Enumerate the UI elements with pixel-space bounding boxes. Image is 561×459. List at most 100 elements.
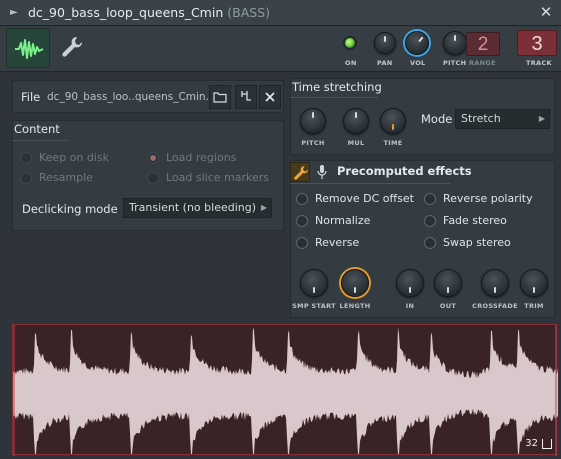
pan-label: PAN: [377, 59, 393, 67]
swap-stereo-radio: [424, 236, 436, 249]
ts-time-label: TIME: [383, 139, 403, 147]
file-label: File: [21, 90, 41, 104]
load-slice-markers-radio: [147, 171, 159, 184]
volume-knob[interactable]: [405, 31, 429, 55]
close-icon[interactable]: ✕: [537, 3, 555, 21]
declicking-mode-label: Declicking mode: [22, 202, 118, 216]
remove-dc-offset-label: Remove DC offset: [315, 192, 414, 205]
window-title: dc_90_bass_loop_queens_Cmin (BASS): [28, 5, 270, 20]
zoom-icon[interactable]: [542, 439, 552, 449]
pitch-range-display[interactable]: 2: [466, 32, 500, 56]
out-label: OUT: [439, 302, 457, 310]
load-regions-option[interactable]: Load regions: [147, 151, 236, 164]
remove-dc-offset-option[interactable]: Remove DC offset: [296, 192, 414, 205]
reverse-label: Reverse: [315, 236, 360, 249]
waveform-display[interactable]: 32: [12, 324, 558, 456]
normalize-option[interactable]: Normalize: [296, 214, 370, 227]
file-name[interactable]: dc_90_bass_loo..queens_Cmin.wav: [47, 91, 217, 103]
normalize-radio: [296, 214, 308, 227]
smp-start-label: SMP START: [292, 302, 336, 310]
swap-stereo-label: Swap stereo: [443, 236, 511, 249]
load-regions-label: Load regions: [166, 151, 237, 164]
declicking-mode-dropdown[interactable]: Transient (no bleeding) ▶: [123, 198, 272, 218]
on-toggle-led[interactable]: [343, 36, 357, 50]
settings-wrench-icon[interactable]: [60, 34, 84, 60]
precomputed-divider: [290, 183, 450, 184]
waveform-shape: [13, 327, 558, 454]
content-title-divider: [12, 140, 67, 141]
resample-label: Resample: [39, 171, 93, 184]
resample-option[interactable]: Resample: [20, 171, 93, 184]
fade-stereo-option[interactable]: Fade stereo: [424, 214, 507, 227]
reverse-polarity-label: Reverse polarity: [443, 192, 533, 205]
window-subtitle: (BASS): [227, 5, 271, 20]
vol-label: VOL: [410, 59, 426, 67]
pitch-label: PITCH: [443, 59, 467, 67]
precomputed-wrench-button[interactable]: [290, 162, 310, 182]
window-title-text: dc_90_bass_loop_queens_Cmin: [28, 5, 224, 20]
fade-stereo-radio: [424, 214, 436, 227]
reverse-option[interactable]: Reverse: [296, 236, 359, 249]
length-knob[interactable]: [341, 269, 369, 297]
track-label: TRACK: [526, 59, 552, 67]
toolbar: ON PAN VOL PITCH 2 RANGE 3 TRACK: [0, 26, 561, 72]
pitch-knob[interactable]: [443, 31, 467, 55]
in-knob[interactable]: [396, 269, 424, 297]
trim-label: TRIM: [524, 302, 544, 310]
load-slice-markers-option[interactable]: Load slice markers: [147, 171, 269, 184]
browse-button[interactable]: [235, 85, 257, 109]
remove-dc-offset-radio: [296, 192, 308, 205]
file-panel: File dc_90_bass_loo..queens_Cmin.wav: [12, 80, 284, 113]
reverse-polarity-option[interactable]: Reverse polarity: [424, 192, 533, 205]
content-title: Content: [14, 122, 60, 136]
window-menu-icon[interactable]: ►: [10, 7, 18, 17]
keep-on-disk-option[interactable]: Keep on disk: [20, 151, 109, 164]
precomputed-effects-title: Precomputed effects: [337, 164, 472, 178]
load-slice-markers-label: Load slice markers: [166, 171, 270, 184]
browser-icon: [241, 91, 251, 101]
reverse-polarity-radio: [424, 192, 436, 205]
time-stretching-divider: [290, 97, 378, 98]
open-folder-button[interactable]: [209, 85, 231, 109]
declicking-mode-value: Transient (no bleeding): [129, 201, 257, 214]
trim-knob[interactable]: [520, 269, 548, 297]
waveform-icon: [15, 39, 44, 59]
microphone-icon[interactable]: [317, 164, 327, 180]
ts-pitch-knob[interactable]: [300, 108, 326, 134]
zoom-level: 32: [525, 438, 538, 449]
ts-time-knob[interactable]: [380, 108, 406, 134]
length-label: LENGTH: [339, 302, 371, 310]
smp-start-knob[interactable]: [300, 269, 328, 297]
stretch-mode-dropdown[interactable]: Stretch ▶: [455, 109, 550, 129]
title-bar: ► dc_90_bass_loop_queens_Cmin (BASS) ✕: [0, 0, 561, 26]
waveform-graph: [13, 325, 558, 456]
fade-stereo-label: Fade stereo: [443, 214, 507, 227]
on-label: ON: [345, 59, 357, 67]
out-knob[interactable]: [434, 269, 462, 297]
ts-pitch-label: PITCH: [301, 139, 325, 147]
mode-label: Mode: [421, 112, 453, 126]
clear-file-button[interactable]: [259, 85, 281, 109]
chevron-right-icon: ▶: [538, 114, 545, 123]
close-icon: [265, 92, 275, 102]
range-label: RANGE: [469, 59, 496, 67]
crossfade-label: CROSSFADE: [472, 302, 518, 310]
stretch-mode-value: Stretch: [461, 112, 501, 125]
load-regions-radio: [147, 151, 159, 164]
time-stretching-title: Time stretching: [292, 80, 382, 94]
keep-on-disk-label: Keep on disk: [39, 151, 110, 164]
chevron-right-icon: ▶: [260, 203, 267, 212]
track-number-display[interactable]: 3: [517, 30, 557, 56]
swap-stereo-option[interactable]: Swap stereo: [424, 236, 511, 249]
normalize-label: Normalize: [315, 214, 371, 227]
reverse-radio: [296, 236, 308, 249]
crossfade-knob[interactable]: [481, 269, 509, 297]
resample-radio: [20, 171, 32, 184]
ts-mul-label: MUL: [347, 139, 365, 147]
in-label: IN: [405, 302, 415, 310]
sample-view-button[interactable]: [6, 28, 50, 68]
ts-mul-knob[interactable]: [343, 108, 369, 134]
folder-icon: [213, 92, 227, 103]
pan-knob[interactable]: [374, 32, 396, 54]
keep-on-disk-radio: [20, 151, 32, 164]
